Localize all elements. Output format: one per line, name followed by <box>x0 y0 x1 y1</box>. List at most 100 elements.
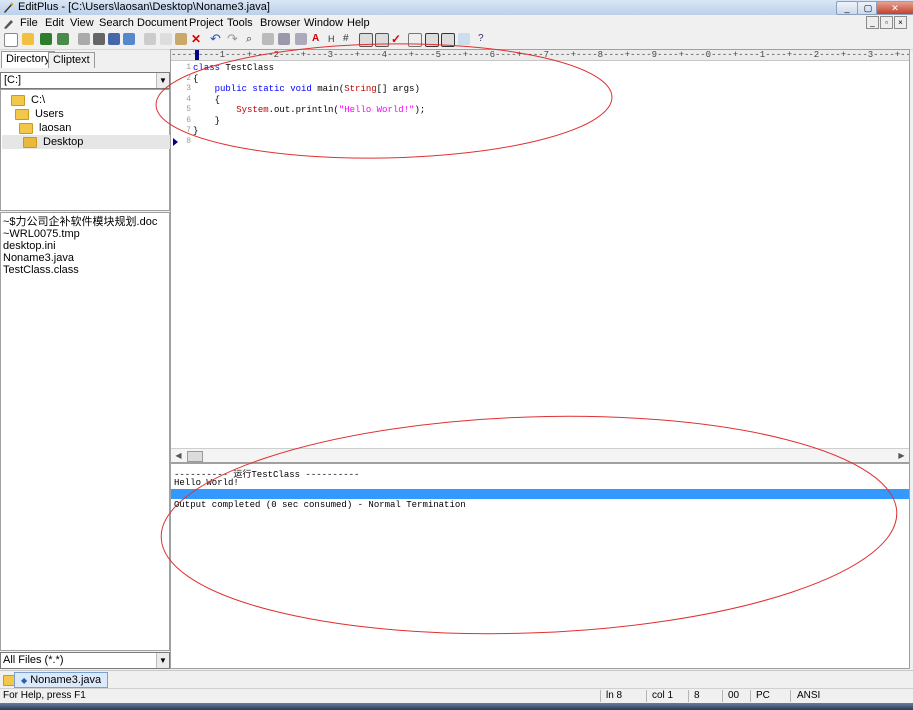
document-icon <box>4 20 13 29</box>
save-all-icon[interactable] <box>57 33 69 45</box>
tab-directory[interactable]: Directory <box>1 51 56 68</box>
list-item[interactable]: Noname3.java <box>3 252 74 264</box>
directory-window-icon[interactable] <box>458 33 470 45</box>
font-icon[interactable]: A <box>312 33 324 45</box>
spellcheck-icon[interactable] <box>108 33 120 45</box>
code-token: String <box>344 84 377 94</box>
status-count: 8 <box>694 690 700 701</box>
output-window-icon[interactable] <box>441 33 455 47</box>
scroll-thumb[interactable] <box>187 451 203 462</box>
code-token: TestClass <box>220 63 275 73</box>
output-line: Output completed (0 sec consumed) - Norm… <box>174 500 466 510</box>
mdi-close-button[interactable]: × <box>894 16 907 29</box>
hash-icon[interactable]: # <box>343 33 355 45</box>
save-icon[interactable] <box>40 33 52 45</box>
code-editor[interactable]: ----+----1----+----2----+----3----+----4… <box>170 49 910 463</box>
tab-label: Noname3.java <box>30 674 102 686</box>
chevron-down-icon[interactable]: ▼ <box>156 653 169 668</box>
column-icon[interactable] <box>408 33 422 47</box>
taskbar <box>0 703 913 710</box>
scroll-right-icon[interactable]: ▶ <box>896 450 907 461</box>
new-file-icon[interactable] <box>4 33 18 47</box>
code-line: public static void main(String[] args) <box>193 84 420 94</box>
clip-icon[interactable] <box>295 33 307 45</box>
editplus-icon <box>4 2 14 13</box>
mdi-minimize-button[interactable]: _ <box>866 16 879 29</box>
menu-browser[interactable]: Browser <box>260 17 300 29</box>
minimize-button[interactable]: _ <box>836 1 858 15</box>
line-number: 1 <box>186 63 191 72</box>
status-encoding: ANSI <box>797 690 821 701</box>
undo-icon[interactable]: ↶ <box>210 32 222 45</box>
menu-help[interactable]: Help <box>347 17 370 29</box>
find-icon[interactable]: ⌕ <box>246 33 258 45</box>
output-line: Hello World! <box>174 478 239 488</box>
tree-item-desktop[interactable]: Desktop <box>2 135 173 149</box>
line-number-icon[interactable] <box>375 33 389 47</box>
menu-bar: File Edit View Search Document Project T… <box>0 15 913 31</box>
tab-cliptext[interactable]: Cliptext <box>48 52 95 68</box>
status-code: 00 <box>728 690 740 701</box>
drive-select[interactable]: [C:] ▼ <box>0 72 170 89</box>
selected-output-line <box>171 489 909 499</box>
line-number: 4 <box>186 94 191 104</box>
code-line: } <box>193 126 198 136</box>
check-icon[interactable]: ✓ <box>391 33 403 45</box>
output-window[interactable]: ---------- 运行TestClass ---------- Hello … <box>170 463 910 669</box>
window-icon[interactable] <box>425 33 439 47</box>
copy-icon[interactable] <box>160 33 172 45</box>
help-icon[interactable]: ? <box>478 33 490 45</box>
goto-icon[interactable] <box>278 33 290 45</box>
mdi-restore-button[interactable]: ▫ <box>880 16 893 29</box>
panel-tabs: Directory Cliptext <box>0 51 170 68</box>
horizontal-scrollbar[interactable]: ◀ ▶ <box>171 448 909 462</box>
replace-icon[interactable] <box>262 33 274 45</box>
menu-window[interactable]: Window <box>304 17 343 29</box>
tab-noname3[interactable]: ◆ Noname3.java <box>14 672 109 688</box>
heading-icon[interactable]: H <box>328 33 340 45</box>
menu-edit[interactable]: Edit <box>45 17 64 29</box>
list-item[interactable]: ~WRL0075.tmp <box>3 228 80 240</box>
status-help: For Help, press F1 <box>3 690 86 701</box>
menu-file[interactable]: File <box>20 17 38 29</box>
print-icon[interactable] <box>93 33 105 45</box>
toolbar: ✕ ↶ ↷ ⌕ A H # ✓ ? <box>0 31 913 50</box>
list-item[interactable]: TestClass.class <box>3 264 79 276</box>
browser-icon[interactable] <box>123 33 135 45</box>
line-number: 5 <box>186 105 191 114</box>
code-line: System.out.println("Hello World!"); <box>193 105 425 115</box>
column-ruler: ----+----1----+----2----+----3----+----4… <box>171 50 909 61</box>
print-preview-icon[interactable] <box>78 33 90 45</box>
file-filter-select[interactable]: All Files (*.*) ▼ <box>0 652 170 669</box>
word-wrap-icon[interactable] <box>359 33 373 47</box>
line-number: 7 <box>186 126 191 135</box>
paste-icon[interactable] <box>175 33 187 45</box>
list-item[interactable]: ~$力公司企补软件模块规划.doc <box>3 216 157 228</box>
menu-view[interactable]: View <box>70 17 94 29</box>
redo-icon[interactable]: ↷ <box>227 32 239 45</box>
close-button[interactable]: ✕ <box>876 1 913 15</box>
status-line: ln 8 <box>606 690 623 701</box>
filter-value: All Files (*.*) <box>3 654 64 666</box>
list-item[interactable]: desktop.ini <box>3 240 56 252</box>
tree-item-c[interactable]: C:\ <box>11 93 45 107</box>
menu-tools[interactable]: Tools <box>227 17 253 29</box>
menu-search[interactable]: Search <box>99 17 134 29</box>
folder-icon <box>11 94 25 106</box>
status-mode: PC <box>756 690 770 701</box>
code-token: { <box>193 73 199 84</box>
code-token: public <box>214 84 248 94</box>
delete-icon[interactable]: ✕ <box>191 33 203 45</box>
chevron-down-icon[interactable]: ▼ <box>156 73 169 88</box>
tree-label: laosan <box>39 122 72 134</box>
line-number: 2 <box>186 73 191 83</box>
menu-document[interactable]: Document <box>137 17 187 29</box>
code-line: } <box>193 116 220 126</box>
code-token: ); <box>414 105 426 115</box>
menu-project[interactable]: Project <box>189 17 223 29</box>
open-icon[interactable] <box>22 33 34 45</box>
scroll-left-icon[interactable]: ◀ <box>173 450 184 461</box>
cut-icon[interactable] <box>144 33 156 45</box>
tree-item-users[interactable]: Users <box>15 107 64 121</box>
tree-item-laosan[interactable]: laosan <box>19 121 71 135</box>
